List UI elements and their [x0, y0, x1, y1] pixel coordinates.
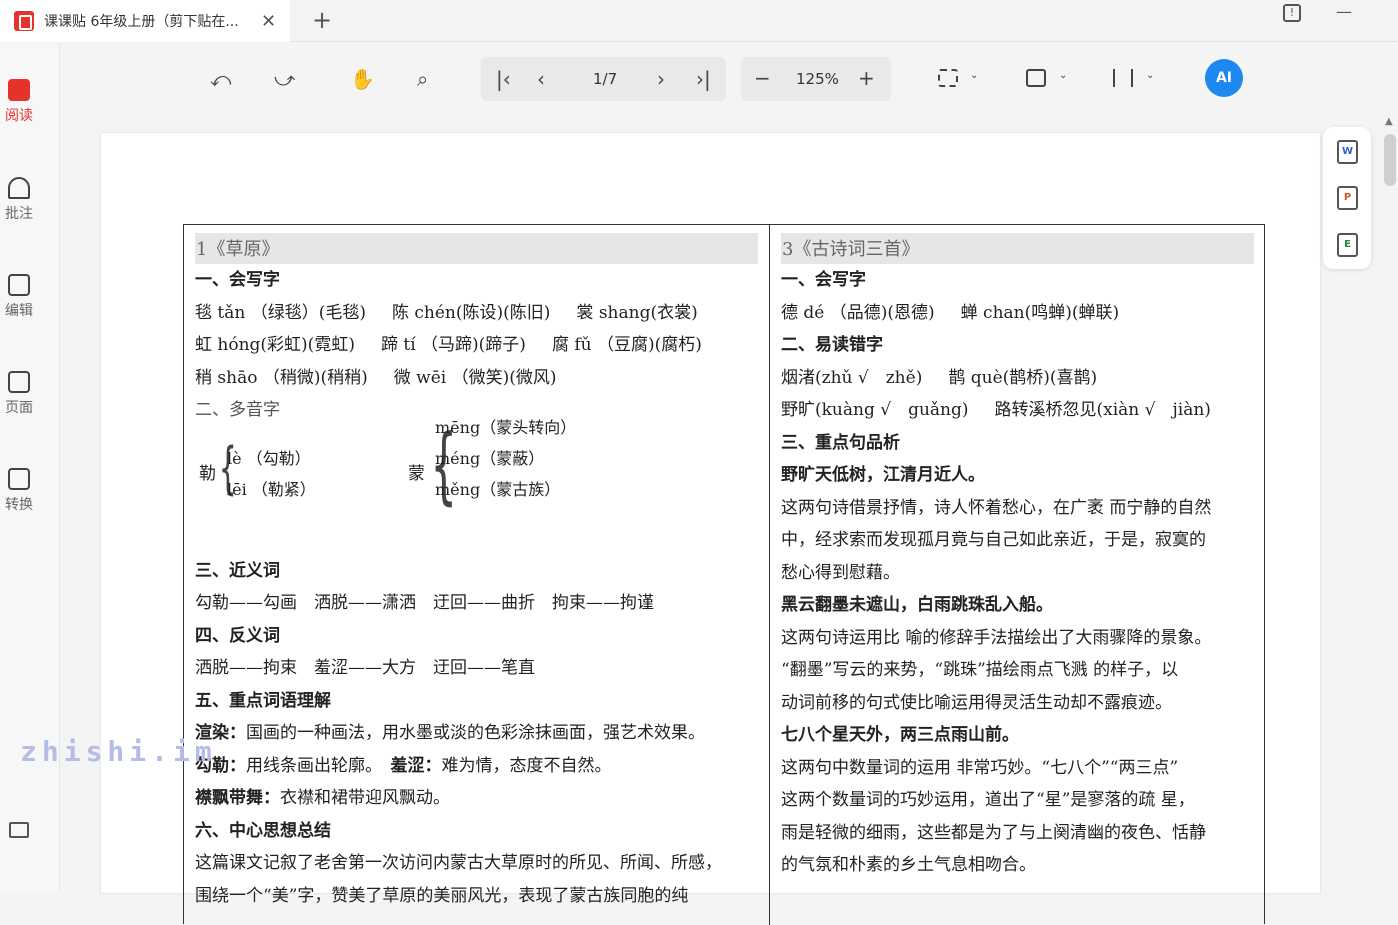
section-title: 六、中心思想总结	[195, 820, 331, 841]
content-table: 1《草原》 一、会写字 毯 tǎn （绿毯）(毛毯) 陈 chén(陈设)(陈旧)…	[183, 224, 1265, 925]
text-row: 这两句诗借景抒情，诗人怀着愁心，在广袤 而宁静的自然	[781, 497, 1212, 518]
fit-width-icon[interactable]	[938, 69, 958, 87]
lesson-heading: 1《草原》	[195, 233, 758, 264]
section-title: 五、重点词语理解	[195, 690, 331, 711]
rail-label: 阅读	[5, 108, 33, 124]
text-row: 围绕一个“美”字，赞美了草原的美丽风光，表现了蒙古族同胞的纯	[195, 885, 689, 906]
hand-tool-icon[interactable]: ✋	[350, 67, 375, 91]
minimize-button[interactable]: —	[1336, 2, 1352, 21]
annotate-icon	[8, 177, 30, 199]
read-icon	[8, 79, 30, 101]
text-row: 勾勒——勾画 洒脱——潇洒 迂回——曲折 拘束——拘谨	[195, 593, 654, 613]
text-row: 稍 shāo （稍微)(稍稍) 微 wēi （微笑)(微风)	[195, 367, 557, 388]
zoom-group: − 125% +	[741, 57, 891, 101]
right-column: 3《古诗词三首》 一、会写字 德 dé （品德)(恩德) 蝉 chan(鸣蝉)(蝉…	[781, 225, 1254, 882]
rail-label: 编辑	[5, 303, 33, 319]
zoom-in-icon[interactable]: +	[858, 66, 875, 90]
toolbar: ⤺ ⤻ ✋ ⌕ |‹ ‹ 1/7 › ›| − 125% + ⌄ ⌄ ⌄ AI	[60, 43, 1398, 131]
text-row: 愁心得到慰藉。	[781, 562, 900, 583]
chevron-down-icon[interactable]: ⌄	[1059, 70, 1067, 92]
sidebar-toggle-icon[interactable]	[9, 822, 29, 838]
text-row: “翻墨”写云的来势，“跳珠”描绘雨点飞溅 的样子，以	[781, 660, 1179, 680]
last-page-icon[interactable]: ›|	[696, 67, 711, 91]
section-title: 四、反义词	[195, 625, 280, 646]
text-row: 野旷(kuàng √ guǎng) 路转溪桥忽见(xiàn √ jiàn)	[781, 400, 1211, 420]
zoom-level[interactable]: 125%	[796, 70, 839, 88]
excel-icon[interactable]: E	[1337, 233, 1358, 257]
redo-icon[interactable]: ⤻	[274, 67, 295, 91]
text-row: 德 dé （品德)(恩德) 蝉 chan(鸣蝉)(蝉联)	[781, 302, 1120, 323]
quote-line: 黑云翻墨未遮山，白雨跳珠乱入船。	[781, 595, 1053, 615]
text-row: 襟飘带舞：衣襟和裙带迎风飘动。	[195, 788, 450, 808]
text-row: 雨是轻微的细雨，这些都是为了与上阕清幽的夜色、恬静	[781, 822, 1206, 843]
tab-document[interactable]: 课课贴 6年级上册（剪下贴在... ✕	[0, 0, 290, 42]
view-mode-icon[interactable]	[1113, 69, 1133, 87]
prev-page-icon[interactable]: ‹	[537, 67, 545, 91]
fit-page-icon[interactable]	[1026, 69, 1046, 87]
chevron-down-icon[interactable]: ⌄	[970, 70, 978, 92]
first-page-icon[interactable]: |‹	[496, 67, 511, 91]
text-row: 毯 tǎn （绿毯）(毛毯) 陈 chén(陈设)(陈旧) 裳 shang(衣裳)	[195, 302, 698, 323]
ppt-icon[interactable]: P	[1337, 186, 1358, 210]
section-title: 三、重点句品析	[781, 432, 900, 453]
text-row: 虹 hóng(彩虹)(霓虹) 蹄 tí （马蹄)(蹄子) 腐 fǔ （豆腐)(腐朽)	[195, 335, 702, 355]
lesson-heading: 3《古诗词三首》	[781, 233, 1254, 264]
undo-icon[interactable]: ⤺	[210, 67, 231, 91]
rail-annotate[interactable]: 批注	[0, 177, 38, 223]
close-icon[interactable]: ✕	[261, 11, 276, 32]
section-title: 一、会写字	[195, 270, 280, 290]
next-page-icon[interactable]: ›	[657, 67, 665, 91]
text-row: 这两句诗运用比 喻的修辞手法描绘出了大雨骤降的景象。	[781, 627, 1212, 648]
chevron-down-icon[interactable]: ⌄	[1146, 70, 1154, 92]
text-row: 这两句中数量词的运用 非常巧妙。“七八个”“两三点”	[781, 757, 1179, 778]
search-icon[interactable]: ⌕	[417, 67, 428, 91]
text-row: 勾勒：用线条画出轮廓。 羞涩：难为情，态度不自然。	[195, 755, 612, 776]
convert-icon	[8, 468, 30, 490]
text-row: 这两个数量词的巧妙运用，道出了“星”是寥落的疏 星，	[781, 790, 1195, 810]
feedback-icon[interactable]: !	[1283, 4, 1301, 22]
scrollbar-thumb[interactable]	[1384, 134, 1396, 186]
text-row: 动词前移的句式使比喻运用得灵活生动却不露痕迹。	[781, 692, 1172, 713]
watermark: zhishi.im	[20, 735, 217, 768]
rail-label: 页面	[5, 400, 33, 416]
text-row: 渲染：国画的一种画法，用水墨或淡的色彩涂抹画面，强艺术效果。	[195, 723, 705, 743]
polyphone-readings: lè （勾勒） lēi （勒紧）	[227, 448, 316, 499]
page-indicator[interactable]: 1/7	[593, 70, 617, 88]
text-row: 这篇课文记叙了老舍第一次访问内蒙古大草原时的所见、所闻、所感，	[195, 853, 722, 873]
edit-icon	[8, 274, 30, 296]
text-row: 烟渚(zhǔ √ zhě) 鹊 què(鹊桥)(喜鹊)	[781, 367, 1098, 388]
polyphone-block: 勒 { lè （勾勒） lēi （勒紧） 蒙 { mēng（蒙头转向） méng（蒙…	[195, 418, 758, 555]
rail-label: 批注	[5, 206, 33, 222]
tab-title: 课课贴 6年级上册（剪下贴在...	[44, 14, 239, 30]
page-icon	[8, 371, 30, 393]
rail-label: 转换	[5, 497, 33, 513]
rail-read[interactable]: 阅读	[0, 79, 38, 125]
quote-line: 野旷天低树，江清月近人。	[781, 465, 985, 485]
section-title: 二、易读错字	[781, 335, 883, 355]
scroll-up-icon[interactable]: ▲	[1385, 116, 1393, 127]
zoom-out-icon[interactable]: −	[754, 66, 771, 90]
column-divider	[769, 225, 770, 925]
ai-assistant-button[interactable]: AI	[1205, 59, 1243, 97]
new-tab-icon[interactable]: +	[312, 6, 332, 34]
page-nav-group: |‹ ‹ 1/7 › ›|	[481, 57, 726, 101]
rail-page[interactable]: 页面	[0, 371, 38, 417]
section-title: 一、会写字	[781, 270, 866, 290]
word-icon[interactable]: W	[1337, 140, 1358, 164]
text-row: 洒脱——拘束 羞涩——大方 迂回——笔直	[195, 658, 535, 678]
quote-line: 七八个星天外，两三点雨山前。	[781, 725, 1019, 745]
left-column: 1《草原》 一、会写字 毯 tǎn （绿毯）(毛毯) 陈 chén(陈设)(陈旧)…	[195, 225, 758, 912]
polyphone-readings: mēng（蒙头转向） méng（蒙蔽） měng（蒙古族）	[435, 417, 577, 499]
polyphone-char: 蒙	[408, 463, 425, 484]
tab-bar: 课课贴 6年级上册（剪下贴在... ✕ + ! —	[0, 0, 1398, 42]
rail-convert[interactable]: 转换	[0, 468, 38, 514]
text-row: 的气氛和朴素的乡土气息相吻合。	[781, 855, 1036, 875]
polyphone-char: 勒	[199, 463, 216, 484]
section-title: 三、近义词	[195, 560, 280, 581]
document-page: 1《草原》 一、会写字 毯 tǎn （绿毯）(毛毯) 陈 chén(陈设)(陈旧)…	[101, 133, 1320, 925]
rail-edit[interactable]: 编辑	[0, 274, 38, 320]
text-row: 中，经求索而发现孤月竟与自己如此亲近，于是，寂寞的	[781, 530, 1206, 550]
pdf-icon	[14, 11, 34, 31]
convert-panel: W P E	[1323, 127, 1371, 269]
